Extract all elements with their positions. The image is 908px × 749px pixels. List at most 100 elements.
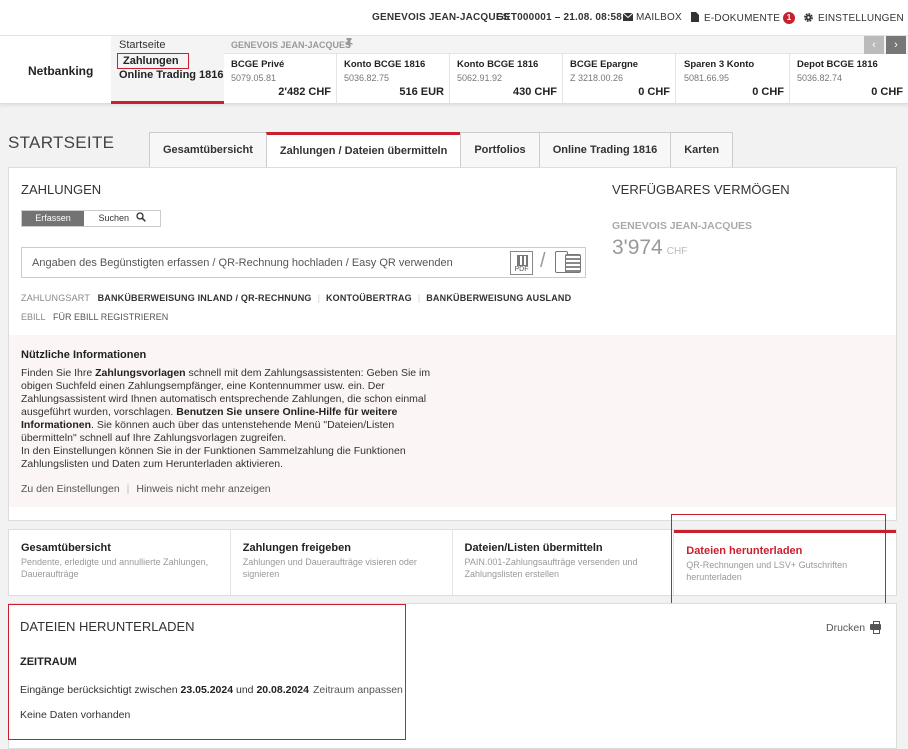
settings-label: EINSTELLUNGEN	[818, 13, 904, 24]
gear-icon	[804, 13, 813, 22]
account-name: Sparen 3 Konto	[684, 59, 755, 70]
period-range: Eingänge berücksichtigt zwischen 23.05.2…	[20, 684, 403, 696]
account-number: 5081.66.95	[684, 73, 730, 83]
subnav-dateien-listen[interactable]: Dateien/Listen übermitteln PAIN.001-Zahl…	[453, 530, 675, 595]
date-from: 23.05.2024	[180, 684, 234, 696]
header-contract-time: GET000001 – 21.08. 08:58	[496, 12, 623, 23]
pin-icon[interactable]	[345, 38, 353, 50]
account-name: Depot BCGE 1816	[797, 59, 878, 70]
ebill-register-link[interactable]: FÜR EBILL REGISTRIEREN	[53, 312, 168, 322]
envelope-icon	[622, 12, 634, 21]
suchen-label: Suchen	[98, 213, 129, 223]
account-name: Konto BCGE 1816	[344, 59, 426, 70]
tab-portfolios[interactable]: Portfolios	[460, 132, 539, 168]
date-to: 20.08.2024	[256, 684, 309, 696]
downloads-panel: DATEIEN HERUNTERLADEN Drucken ZEITRAUM E…	[8, 603, 897, 749]
card-description: Pendente, erledigte und annullierte Zahl…	[21, 557, 209, 579]
header-user-name: GENEVOIS JEAN-JACQUES	[372, 12, 510, 23]
payments-panel: ZAHLUNGEN Erfassen Suchen PDF / ZAHLUNGS…	[8, 167, 897, 521]
accounts-prev-button[interactable]: ‹	[864, 36, 884, 54]
account-card[interactable]: Sparen 3 Konto 5081.66.95 0 CHF	[677, 54, 790, 104]
useful-info-box: Nützliche Informationen Finden Sie Ihre …	[9, 335, 896, 507]
suchen-button[interactable]: Suchen	[84, 211, 160, 226]
assets-currency: CHF	[666, 246, 688, 257]
account-balance: 0 CHF	[638, 86, 670, 98]
mailbox-label: MAILBOX	[636, 12, 682, 23]
card-title: Dateien/Listen übermitteln	[464, 542, 603, 554]
account-name: BCGE Epargne	[570, 59, 639, 70]
account-number: 5079.05.81	[231, 73, 277, 83]
account-card[interactable]: Depot BCGE 1816 5036.82.74 0 CHF	[790, 54, 908, 104]
account-card[interactable]: Konto BCGE 1816 5036.82.75 516 EUR	[337, 54, 450, 104]
assets-value: 3'974	[612, 236, 663, 259]
account-card[interactable]: BCGE Epargne Z 3218.00.26 0 CHF	[563, 54, 676, 104]
paytype-ausland-link[interactable]: BANKÜBERWEISUNG AUSLAND	[426, 293, 571, 303]
account-balance: 0 CHF	[871, 86, 903, 98]
subnav-gesamtuebersicht[interactable]: Gesamtübersicht Pendente, erledigte und …	[9, 530, 231, 595]
edocs-count-badge: 1	[783, 12, 796, 24]
account-number: 5036.82.75	[344, 73, 390, 83]
account-balance: 430 CHF	[512, 86, 557, 98]
document-icon	[691, 12, 699, 22]
hide-hint-link[interactable]: Hinweis nicht mehr anzeigen	[136, 483, 270, 495]
info-title: Nützliche Informationen	[21, 349, 147, 361]
payment-mode-toggle: Erfassen Suchen	[21, 210, 161, 227]
info-links: Zu den Einstellungen | Hinweis nicht mehr …	[21, 483, 271, 495]
magnifier-icon	[135, 212, 146, 222]
page-title: STARTSEITE	[8, 133, 115, 152]
edocs-link[interactable]: E-DOKUMENTE 1	[691, 12, 796, 24]
ebill-row: EBILL FÜR EBILL REGISTRIEREN	[21, 312, 168, 322]
beneficiary-search-input[interactable]	[22, 248, 507, 277]
account-owner-bar: GENEVOIS JEAN-JACQUES ‹ ›	[224, 36, 908, 54]
assets-owner: GENEVOIS JEAN-JACQUES	[612, 220, 753, 232]
payment-type-label: ZAHLUNGSART	[21, 293, 91, 303]
main-nav: Startseite Zahlungen Online Trading 1816	[111, 36, 224, 104]
account-balance: 2'482 CHF	[278, 86, 331, 98]
account-balance: 0 CHF	[752, 86, 784, 98]
paytype-inland-link[interactable]: BANKÜBERWEISUNG INLAND / QR-RECHNUNG	[98, 293, 312, 303]
top-bar: GENEVOIS JEAN-JACQUES GET000001 – 21.08.…	[0, 0, 908, 36]
adjust-period-link[interactable]: Zeitraum anpassen	[313, 684, 403, 696]
account-number: 5036.82.74	[797, 73, 843, 83]
edocs-label: E-DOKUMENTE	[704, 13, 781, 24]
settings-link[interactable]: EINSTELLUNGEN	[803, 12, 904, 24]
account-balance: 516 EUR	[399, 86, 444, 98]
account-name: BCGE Privé	[231, 59, 285, 70]
pdf-upload-icon[interactable]: PDF	[510, 251, 533, 275]
tab-zahlungen-dateien[interactable]: Zahlungen / Dateien übermitteln	[265, 132, 461, 169]
ebill-label: EBILL	[21, 312, 46, 322]
nav-item-online-trading[interactable]: Online Trading 1816	[119, 69, 224, 81]
beneficiary-search-box: PDF /	[21, 247, 586, 278]
tab-karten[interactable]: Karten	[670, 132, 734, 168]
subnav-dateien-herunterladen[interactable]: Dateien herunterladen QR-Rechnungen und …	[674, 530, 896, 595]
go-to-settings-link[interactable]: Zu den Einstellungen	[21, 483, 120, 495]
account-owner-label: GENEVOIS JEAN-JACQUES	[231, 40, 352, 50]
printer-icon	[870, 621, 882, 634]
payments-subnav: Gesamtübersicht Pendente, erledigte und …	[8, 529, 897, 596]
info-text: Finden Sie Ihre Zahlungsvorlagen schnell…	[21, 367, 431, 470]
tab-online-trading[interactable]: Online Trading 1816	[538, 132, 671, 168]
nav-item-zahlungen[interactable]: Zahlungen	[117, 53, 189, 69]
subnav-zahlungen-freigeben[interactable]: Zahlungen freigeben Zahlungen und Dauera…	[231, 530, 453, 595]
print-button[interactable]: Drucken	[826, 621, 882, 634]
print-label: Drucken	[826, 622, 866, 634]
account-strip: Netbanking Startseite Zahlungen Online T…	[0, 36, 908, 104]
mailbox-link[interactable]: MAILBOX	[622, 12, 682, 23]
account-card[interactable]: BCGE Privé 5079.05.81 2'482 CHF	[224, 54, 337, 104]
brand-netbanking[interactable]: Netbanking	[28, 64, 93, 78]
card-title: Gesamtübersicht	[21, 542, 111, 554]
card-description: Zahlungen und Daueraufträge visieren ode…	[242, 557, 417, 579]
erfassen-button[interactable]: Erfassen	[22, 211, 84, 226]
card-title: Dateien herunterladen	[686, 545, 803, 557]
paytype-konto-link[interactable]: KONTOÜBERTRAG	[326, 293, 412, 303]
assets-amount: 3'974 CHF	[612, 236, 687, 260]
account-card[interactable]: Konto BCGE 1816 5062.91.92 430 CHF	[450, 54, 563, 104]
main-tabs: Gesamtübersicht Zahlungen / Dateien über…	[149, 132, 734, 169]
easy-qr-icon[interactable]	[553, 249, 583, 276]
card-title: Zahlungen freigeben	[242, 542, 351, 554]
nav-item-startseite[interactable]: Startseite	[119, 39, 165, 51]
downloads-title: DATEIEN HERUNTERLADEN	[20, 619, 195, 634]
account-name: Konto BCGE 1816	[457, 59, 539, 70]
tab-gesamtuebersicht[interactable]: Gesamtübersicht	[149, 132, 266, 168]
accounts-next-button[interactable]: ›	[886, 36, 906, 54]
